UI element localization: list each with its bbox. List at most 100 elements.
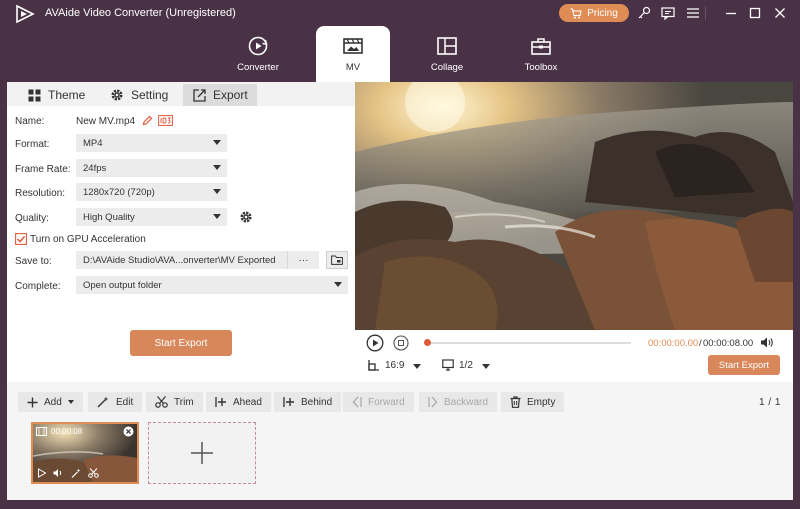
progress-track[interactable] xyxy=(427,342,631,344)
frame-rate-select[interactable]: 24fps xyxy=(76,159,227,177)
chevron-down-icon[interactable] xyxy=(413,364,421,369)
chevron-down-icon xyxy=(213,189,221,194)
theme-grid-icon xyxy=(28,89,41,102)
remove-clip-close-icon[interactable] xyxy=(123,426,134,437)
gear-icon xyxy=(110,88,124,102)
add-clip-slot[interactable] xyxy=(148,422,256,484)
trim-button[interactable]: Trim xyxy=(146,392,203,412)
complete-action-select[interactable]: Open output folder xyxy=(76,276,348,294)
backward-button[interactable]: Backward xyxy=(419,392,497,412)
chevron-down-icon[interactable] xyxy=(482,364,490,369)
tab-theme-label: Theme xyxy=(48,88,86,102)
resolution-select[interactable]: 1280x720 (720p) xyxy=(76,183,227,201)
start-export-button-preview[interactable]: Start Export xyxy=(708,355,780,375)
feedback-icon[interactable] xyxy=(660,5,676,21)
tab-toolbox[interactable]: Toolbox xyxy=(504,26,578,82)
id3-tag-icon[interactable] xyxy=(158,115,173,126)
resolution-label: Resolution: xyxy=(15,188,66,199)
empty-button[interactable]: Empty xyxy=(501,392,565,412)
backward-label: Backward xyxy=(444,396,488,408)
minimize-icon[interactable] xyxy=(723,5,739,21)
trash-icon xyxy=(510,396,521,408)
clip-thumbnail[interactable]: 00:00:08 xyxy=(31,422,139,484)
name-label: Name: xyxy=(15,116,45,127)
quality-select[interactable]: High Quality xyxy=(76,208,227,226)
tab-collage[interactable]: Collage xyxy=(410,26,484,82)
forward-button[interactable]: Forward xyxy=(343,392,414,412)
folder-icon xyxy=(331,255,343,265)
resolution-value: 1280x720 (720p) xyxy=(83,186,155,198)
ahead-button[interactable]: Ahead xyxy=(206,392,271,412)
quality-label: Quality: xyxy=(15,213,49,224)
tab-export[interactable]: Export xyxy=(183,84,257,106)
format-select[interactable]: MP4 xyxy=(76,134,227,152)
menu-icon[interactable] xyxy=(685,5,701,21)
tab-theme[interactable]: Theme xyxy=(18,84,95,106)
preview-frame-image xyxy=(355,82,793,330)
player-controls: 00:00:00.00 / 00:00:08.00 16:9 1/2 Start… xyxy=(355,330,793,382)
open-folder-button[interactable] xyxy=(326,251,348,269)
current-time: 00:00:00.00 xyxy=(648,338,699,349)
toolbox-icon xyxy=(530,35,552,57)
clip-trim-icon[interactable] xyxy=(88,468,99,478)
time-separator: / xyxy=(699,338,702,349)
tab-converter[interactable]: Converter xyxy=(221,26,295,82)
gpu-label: Turn on GPU Acceleration xyxy=(30,234,146,245)
format-label: Format: xyxy=(15,139,50,150)
clip-play-icon[interactable] xyxy=(37,468,47,478)
edit-label: Edit xyxy=(116,396,134,408)
frame-rate-value: 24fps xyxy=(83,162,107,174)
format-value: MP4 xyxy=(83,137,103,149)
monitor-icon xyxy=(442,359,454,371)
quality-settings-gear-icon[interactable] xyxy=(239,210,253,224)
insert-behind-icon xyxy=(283,396,295,408)
chevron-down-icon xyxy=(213,165,221,170)
page-current: 1 xyxy=(759,397,765,408)
frame-rate-label: Frame Rate: xyxy=(15,164,71,175)
progress-handle[interactable] xyxy=(424,339,431,346)
clip-edit-icon[interactable] xyxy=(71,468,82,478)
tab-toolbox-label: Toolbox xyxy=(524,62,558,73)
clip-volume-icon[interactable] xyxy=(53,468,64,478)
close-icon[interactable] xyxy=(772,5,788,21)
start-export-button[interactable]: Start Export xyxy=(130,330,232,356)
timeline-panel: Add Edit Trim Ahead Behind Forward Backw… xyxy=(7,382,793,500)
edit-button[interactable]: Edit xyxy=(88,392,143,412)
behind-button[interactable]: Behind xyxy=(274,392,342,412)
browse-more-label: ··· xyxy=(298,254,309,266)
save-path-field[interactable]: D:\AVAide Studio\AVA...onverter\MV Expor… xyxy=(76,251,317,269)
pricing-label: Pricing xyxy=(587,7,618,19)
save-path-value: D:\AVAide Studio\AVA...onverter\MV Expor… xyxy=(83,254,276,266)
tab-setting[interactable]: Setting xyxy=(100,84,178,106)
quality-value: High Quality xyxy=(83,211,135,223)
add-label: Add xyxy=(44,396,62,408)
stop-icon[interactable] xyxy=(393,335,409,351)
edit-pencil-icon[interactable] xyxy=(142,115,153,126)
app-logo-icon xyxy=(14,4,36,24)
tab-setting-label: Setting xyxy=(131,88,169,102)
total-time: 00:00:08.00 xyxy=(703,338,754,349)
trim-label: Trim xyxy=(174,396,194,408)
ahead-label: Ahead xyxy=(233,396,262,408)
aspect-ratio-icon xyxy=(368,359,380,371)
gpu-checkbox[interactable] xyxy=(15,233,27,245)
aspect-ratio-value[interactable]: 16:9 xyxy=(385,360,404,371)
forward-label: Forward xyxy=(368,396,405,408)
clip-preview-image xyxy=(33,424,137,482)
mv-icon xyxy=(342,35,364,57)
sub-tabs: Theme Setting Export xyxy=(7,82,355,106)
chevron-down-icon xyxy=(67,400,74,404)
key-icon[interactable] xyxy=(636,5,652,21)
pricing-button[interactable]: Pricing xyxy=(559,4,629,22)
tab-mv[interactable]: MV xyxy=(316,26,390,82)
browse-more-button[interactable]: ··· xyxy=(287,251,319,269)
volume-icon[interactable] xyxy=(760,336,774,349)
add-button[interactable]: Add xyxy=(18,392,83,412)
chevron-left-icon xyxy=(352,396,362,408)
window-bottom-border xyxy=(0,500,800,509)
display-scale-value[interactable]: 1/2 xyxy=(459,360,473,371)
play-icon[interactable] xyxy=(366,334,384,352)
tab-export-label: Export xyxy=(213,88,248,102)
maximize-icon[interactable] xyxy=(747,5,763,21)
export-settings-panel: Theme Setting Export Name: New MV.mp4 Fo… xyxy=(7,82,355,382)
